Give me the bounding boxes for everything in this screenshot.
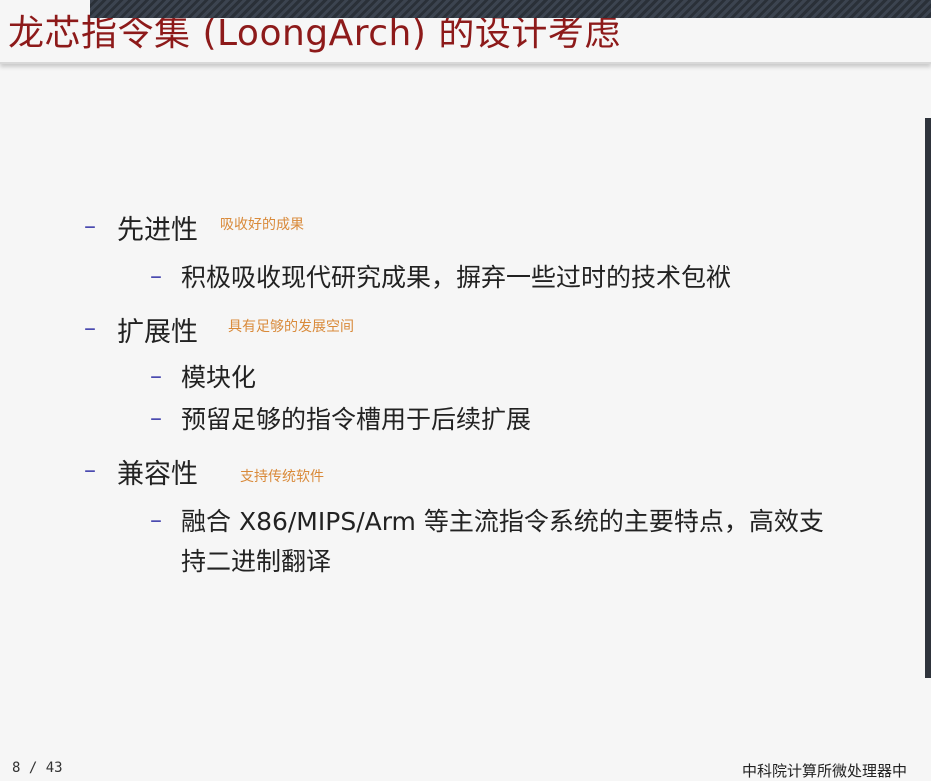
subbullet-text: 融合 X86/MIPS/Arm 等主流指令系统的主要特点，高效支 bbox=[181, 507, 824, 536]
subbullet-dash: – bbox=[150, 404, 162, 432]
bullet-dash: – bbox=[84, 212, 96, 240]
subbullet-text: 模块化 bbox=[181, 363, 257, 392]
bullet-label-compatible: 兼容性 bbox=[117, 459, 198, 490]
subbullet-text-continued: 持二进制翻译 bbox=[181, 547, 332, 576]
page-number: 8 / 43 bbox=[12, 760, 63, 776]
bullet-dash: – bbox=[84, 456, 96, 484]
subbullet-text: 预留足够的指令槽用于后续扩展 bbox=[181, 405, 532, 434]
slide: 龙芯指令集 (LoongArch) 的设计考虑 – 先进性 吸收好的成果 – 积… bbox=[0, 0, 931, 781]
subbullet-dash: – bbox=[150, 506, 162, 534]
window-top-strip bbox=[90, 0, 931, 18]
bullet-note-compatible: 支持传统软件 bbox=[240, 469, 324, 485]
bullet-dash: – bbox=[84, 314, 96, 342]
bullet-note-advanced: 吸收好的成果 bbox=[220, 217, 304, 233]
footer-institution: 中科院计算所微处理器中 bbox=[742, 762, 908, 780]
bullet-label-advanced: 先进性 bbox=[117, 215, 198, 246]
subbullet-dash: – bbox=[150, 262, 162, 290]
subbullet-dash: – bbox=[150, 362, 162, 390]
bullet-label-extensible: 扩展性 bbox=[117, 317, 198, 348]
subbullet-text: 积极吸收现代研究成果，摒弃一些过时的技术包袱 bbox=[181, 263, 732, 292]
bullet-note-extensible: 具有足够的发展空间 bbox=[228, 319, 354, 335]
window-right-edge bbox=[925, 118, 931, 678]
